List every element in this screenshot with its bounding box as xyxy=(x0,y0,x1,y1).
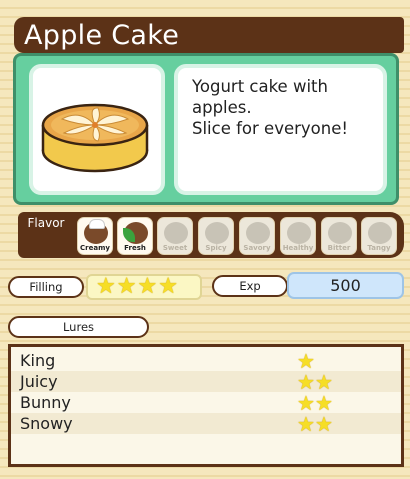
lure-row-bunny: Bunny ★★ xyxy=(11,392,401,413)
lures-label: Lures xyxy=(8,316,149,338)
flavor-savory-icon: Savory xyxy=(239,217,275,255)
flavor-label: Flavor xyxy=(27,216,65,230)
star-icon: ★ xyxy=(297,412,315,436)
star-icon: ★ xyxy=(116,274,137,299)
filling-stars: ★★★★ xyxy=(96,274,179,299)
star-icon: ★ xyxy=(158,274,178,299)
apple-cake-image xyxy=(41,103,149,173)
flavor-sweet-icon: Sweet xyxy=(157,217,193,255)
flavor-fresh-icon[interactable]: Fresh xyxy=(117,217,153,255)
flavor-spicy-icon: Spicy xyxy=(198,217,234,255)
flavor-tangy-icon: Tangy xyxy=(361,217,397,255)
lure-name: Juicy xyxy=(20,372,58,391)
exp-value: 500 xyxy=(287,272,404,299)
exp-label: Exp xyxy=(212,275,288,297)
star-icon: ★ xyxy=(137,274,158,299)
lures-table: King ★ Juicy ★★ Bunny ★★ Snowy ★★ xyxy=(8,344,404,467)
lure-row-snowy: Snowy ★★ xyxy=(11,413,401,434)
filling-rating: ★★★★ xyxy=(86,274,202,300)
item-title: Apple Cake xyxy=(24,20,180,51)
flavor-bitter-icon: Bitter xyxy=(321,217,357,255)
lure-name: Snowy xyxy=(20,414,73,433)
flavor-creamy-icon[interactable]: Creamy xyxy=(77,217,113,255)
star-icon: ★ xyxy=(96,274,116,299)
lure-row-juicy: Juicy ★★ xyxy=(11,371,401,392)
lure-row-empty xyxy=(11,434,401,455)
lure-row-king: King ★ xyxy=(11,350,401,371)
item-description: Yogurt cake with apples. Slice for every… xyxy=(192,77,348,138)
filling-label: Filling xyxy=(8,276,84,298)
lure-name: King xyxy=(20,351,56,370)
flavor-healthy-icon: Healthy xyxy=(280,217,316,255)
star-icon: ★ xyxy=(314,412,333,436)
lure-name: Bunny xyxy=(20,393,71,412)
lure-stars: ★★ xyxy=(297,414,333,436)
